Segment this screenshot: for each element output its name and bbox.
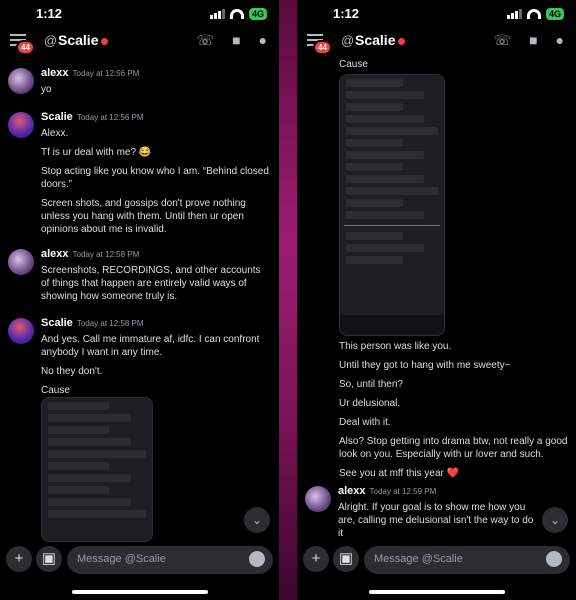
message-author[interactable]: alexx <box>41 67 69 79</box>
message-text: Alright. If your goal is to show me how … <box>338 502 534 539</box>
message: Scalie Today at 12:56 PM Alexx. Tf is ur … <box>8 110 271 242</box>
message-input[interactable]: Message @Scalie <box>364 546 570 574</box>
signal-icon <box>506 9 522 19</box>
left-screenshot-panel: 1:12 4G 44 @ Scalie ☏ ■ ● alexx Today at … <box>0 0 279 600</box>
emoji-icon[interactable] <box>546 551 562 567</box>
at-icon: @ <box>44 33 58 48</box>
message-input-placeholder: Message @Scalie <box>77 553 166 565</box>
wifi-icon <box>526 9 541 19</box>
avatar[interactable] <box>8 112 34 138</box>
message-composer: + ▣ Message @Scalie <box>297 546 576 574</box>
right-screenshot-panel: 1:12 4G 44 @ Scalie ☏ ■ ● Cause This per… <box>297 0 576 600</box>
message-text: Alexx. <box>41 128 69 139</box>
dm-title-text: Scalie <box>58 32 99 48</box>
panel-divider <box>279 0 297 600</box>
dm-title[interactable]: Scalie <box>58 32 109 48</box>
message-author[interactable]: Scalie <box>41 111 73 123</box>
gift-icon[interactable]: ▣ <box>333 546 359 572</box>
network-badge: 4G <box>248 8 267 20</box>
message-author[interactable]: alexx <box>338 485 366 497</box>
message-text: Also? Stop getting into drama btw, not r… <box>339 436 568 460</box>
signal-icon <box>209 9 225 19</box>
screenshot-attachment[interactable] <box>339 74 445 336</box>
plus-icon[interactable]: + <box>6 546 32 572</box>
message-text: See you at mff this year ❤️ <box>339 468 460 479</box>
phone-icon[interactable]: ☏ <box>197 32 215 49</box>
dnd-status-icon <box>398 37 406 45</box>
members-icon[interactable]: ● <box>556 32 564 49</box>
header-actions: ☏ ■ ● <box>494 32 564 49</box>
status-time: 1:12 <box>36 6 63 21</box>
message-timestamp: Today at 12:59 PM <box>369 487 437 496</box>
avatar[interactable] <box>8 318 34 344</box>
status-bar: 1:12 4G <box>0 0 279 28</box>
message-text: This person was like you. <box>339 341 452 352</box>
message-author[interactable]: alexx <box>41 248 69 260</box>
message: alexx Today at 12:56 PM yo <box>8 66 271 96</box>
message-text: So, until then? <box>339 379 403 390</box>
message-input-placeholder: Message @Scalie <box>374 553 463 565</box>
chevron-down-icon[interactable]: ⌄ <box>542 507 568 533</box>
plus-icon[interactable]: + <box>303 546 329 572</box>
unread-badge: 44 <box>313 40 332 55</box>
avatar[interactable] <box>8 68 34 94</box>
video-camera-icon[interactable]: ■ <box>529 32 537 49</box>
status-time: 1:12 <box>333 6 360 21</box>
message-text: And yes. Call me immature af, idfc. I ca… <box>41 334 260 358</box>
dm-title-text: Scalie <box>355 32 396 48</box>
members-icon[interactable]: ● <box>259 32 267 49</box>
chevron-down-icon[interactable]: ⌄ <box>244 507 270 533</box>
message-text: yo <box>41 84 52 95</box>
message-text: Ur delusional. <box>339 398 401 409</box>
phone-icon[interactable]: ☏ <box>494 32 512 49</box>
network-badge: 4G <box>545 8 564 20</box>
screenshot-attachment[interactable] <box>41 397 153 542</box>
dm-title[interactable]: Scalie <box>355 32 406 48</box>
status-icons: 4G <box>209 8 267 20</box>
message-text: No they don't. <box>41 366 103 377</box>
message: alexx Today at 12:58 PM Screenshots, RECO… <box>8 247 271 303</box>
message-input[interactable]: Message @Scalie <box>67 546 273 574</box>
message-timestamp: Today at 12:56 PM <box>76 113 144 122</box>
message-timestamp: Today at 12:56 PM <box>72 69 140 78</box>
message-text: Screenshots, RECORDINGS, and other accou… <box>41 265 261 302</box>
wifi-icon <box>229 9 244 19</box>
message-text: Cause <box>41 385 70 396</box>
message-composer: + ▣ Message @Scalie <box>0 546 279 574</box>
home-indicator <box>368 590 505 594</box>
header-actions: ☏ ■ ● <box>197 32 267 49</box>
message: Scalie Today at 12:58 PM And yes. Call me… <box>8 316 271 403</box>
message-text: Until they got to hang with me sweety~ <box>339 360 511 371</box>
message-text: Screen shots, and gossips don't prove no… <box>41 198 246 235</box>
unread-badge: 44 <box>16 40 35 55</box>
status-bar: 1:12 4G <box>297 0 576 28</box>
message-text: Stop acting like you know who I am. “Beh… <box>41 166 269 190</box>
at-icon: @ <box>341 33 355 48</box>
message-continuation: This person was like you. Until they got… <box>339 340 569 486</box>
channel-header: 44 @ Scalie ☏ ■ ● <box>0 30 279 56</box>
message-timestamp: Today at 12:58 PM <box>72 250 140 259</box>
message: alexx Today at 12:59 PM Alright. If your … <box>305 484 568 540</box>
channel-header: 44 @ Scalie ☏ ■ ● <box>297 30 576 56</box>
dnd-status-icon <box>101 37 109 45</box>
status-icons: 4G <box>506 8 564 20</box>
avatar[interactable] <box>305 486 331 512</box>
message-text: Cause <box>339 59 368 70</box>
home-indicator <box>71 590 208 594</box>
video-camera-icon[interactable]: ■ <box>232 32 240 49</box>
emoji-icon[interactable] <box>249 551 265 567</box>
message-text: Deal with it. <box>339 417 391 428</box>
message-timestamp: Today at 12:58 PM <box>76 319 144 328</box>
gift-icon[interactable]: ▣ <box>36 546 62 572</box>
message-author[interactable]: Scalie <box>41 317 73 329</box>
message-text: Tf is ur deal with me? 😂 <box>41 147 152 158</box>
avatar[interactable] <box>8 249 34 275</box>
